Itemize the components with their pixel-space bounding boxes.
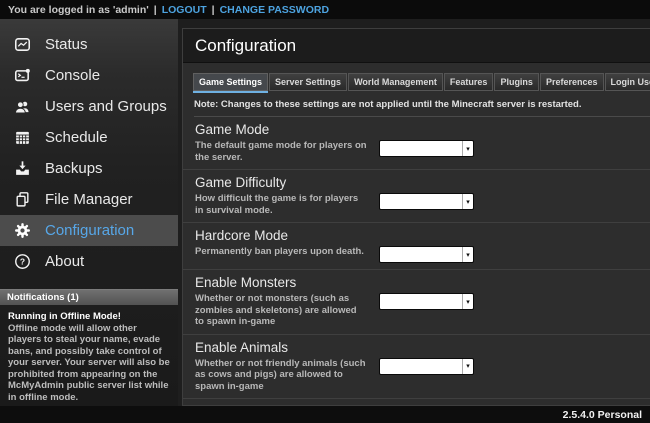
restart-note: Note: Changes to these settings are not …: [194, 99, 650, 117]
sidebar-item-label: Backups: [45, 160, 103, 177]
setting-description: Whether or not friendly animals (such as…: [195, 358, 367, 393]
logged-in-text: You are logged in as 'admin': [8, 4, 149, 16]
sidebar-item-users-and-groups[interactable]: Users and Groups: [0, 91, 178, 122]
svg-text:?: ?: [20, 257, 25, 267]
schedule-icon: [14, 129, 31, 146]
question-icon: ?: [14, 253, 31, 270]
backups-icon: [14, 160, 31, 177]
select-value: [380, 359, 462, 374]
game-mode-select[interactable]: ▾: [379, 140, 474, 157]
setting-description: Permanently ban players upon death.: [195, 246, 367, 258]
sidebar-item-label: About: [45, 253, 84, 270]
notification-item: Running in Offline Mode! Offline mode wi…: [0, 305, 178, 403]
dropdown-arrow-icon: ▾: [462, 141, 473, 156]
setting-title: Enable NPCs: [195, 404, 650, 406]
sidebar-item-status[interactable]: Status: [0, 29, 178, 60]
setting-enable-animals: Enable Animals Whether or not friendly a…: [183, 335, 650, 400]
dropdown-arrow-icon: ▾: [462, 194, 473, 209]
sidebar-item-schedule[interactable]: Schedule: [0, 122, 178, 153]
change-password-link[interactable]: CHANGE PASSWORD: [220, 4, 329, 16]
logout-link[interactable]: LOGOUT: [162, 4, 207, 16]
select-value: [380, 247, 462, 262]
setting-description: How difficult the game is for players in…: [195, 193, 367, 216]
select-value: [380, 194, 462, 209]
tab-bar: Game Settings Server Settings World Mana…: [193, 73, 650, 91]
setting-description: Whether or not monsters (such as zombies…: [195, 293, 367, 328]
setting-title: Enable Monsters: [195, 275, 650, 290]
setting-description: The default game mode for players on the…: [195, 140, 367, 163]
setting-title: Enable Animals: [195, 340, 650, 355]
users-icon: [14, 98, 31, 115]
sidebar-item-about[interactable]: ? About: [0, 246, 178, 277]
tab-world-management[interactable]: World Management: [348, 73, 443, 91]
sidebar-item-label: Users and Groups: [45, 98, 167, 115]
sidebar-item-label: Console: [45, 67, 100, 84]
dropdown-arrow-icon: ▾: [462, 294, 473, 309]
setting-game-difficulty: Game Difficulty How difficult the game i…: [183, 170, 650, 223]
setting-title: Game Difficulty: [195, 175, 650, 190]
notifications-panel: Notifications (1) Running in Offline Mod…: [0, 289, 178, 403]
setting-enable-monsters: Enable Monsters Whether or not monsters …: [183, 270, 650, 335]
setting-title: Hardcore Mode: [195, 228, 650, 243]
tab-preferences[interactable]: Preferences: [540, 73, 604, 91]
main-area: Configuration Game Settings Server Setti…: [178, 19, 650, 406]
setting-hardcore-mode: Hardcore Mode Permanently ban players up…: [183, 223, 650, 270]
sidebar-item-label: File Manager: [45, 191, 133, 208]
setting-title: Game Mode: [195, 122, 650, 137]
dropdown-arrow-icon: ▾: [462, 359, 473, 374]
select-value: [380, 141, 462, 156]
enable-animals-select[interactable]: ▾: [379, 358, 474, 375]
separator: |: [154, 4, 157, 16]
gear-icon: [14, 222, 31, 239]
footer: 2.5.4.0 Personal: [0, 406, 650, 423]
sidebar-item-configuration[interactable]: Configuration: [0, 215, 178, 246]
tab-plugins[interactable]: Plugins: [494, 73, 539, 91]
sidebar-item-console[interactable]: Console: [0, 60, 178, 91]
version-label: 2.5.4.0 Personal: [563, 409, 642, 421]
status-icon: [14, 36, 31, 53]
panel-header: Configuration: [183, 29, 650, 63]
game-difficulty-select[interactable]: ▾: [379, 193, 474, 210]
tab-game-settings[interactable]: Game Settings: [193, 73, 268, 91]
sidebar-item-label: Schedule: [45, 129, 108, 146]
sidebar-item-file-manager[interactable]: File Manager: [0, 184, 178, 215]
tab-features[interactable]: Features: [444, 73, 494, 91]
tab-login-users[interactable]: Login Users: [605, 73, 650, 91]
enable-monsters-select[interactable]: ▾: [379, 293, 474, 310]
setting-enable-npcs: Enable NPCs Whether or not friendly mobs…: [183, 399, 650, 406]
page-title: Configuration: [195, 36, 296, 56]
setting-game-mode: Game Mode The default game mode for play…: [183, 117, 650, 170]
sidebar-item-label: Status: [45, 36, 88, 53]
sidebar: Status Console Users and Groups Schedule: [0, 19, 178, 406]
sidebar-item-backups[interactable]: Backups: [0, 153, 178, 184]
select-value: [380, 294, 462, 309]
configuration-panel: Configuration Game Settings Server Setti…: [182, 28, 650, 406]
file-manager-icon: [14, 191, 31, 208]
notification-title: Running in Offline Mode!: [8, 311, 170, 323]
sidebar-item-label: Configuration: [45, 222, 134, 239]
content-area: Status Console Users and Groups Schedule: [0, 19, 650, 406]
tab-server-settings[interactable]: Server Settings: [269, 73, 347, 91]
console-icon: [14, 67, 31, 84]
notification-text: Offline mode will allow other players to…: [8, 323, 170, 404]
dropdown-arrow-icon: ▾: [462, 247, 473, 262]
separator: |: [212, 4, 215, 16]
notifications-header: Notifications (1): [0, 289, 178, 305]
hardcore-mode-select[interactable]: ▾: [379, 246, 474, 263]
topbar: You are logged in as 'admin' | LOGOUT | …: [0, 0, 650, 19]
